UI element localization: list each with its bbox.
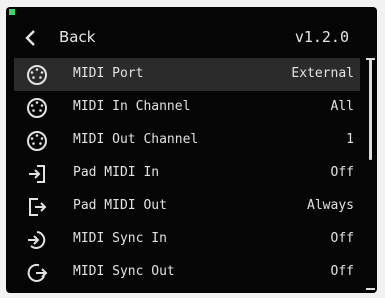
menu-item-value: External [291,66,354,81]
sync-in-icon [26,229,48,251]
menu-item-midi-sync-out[interactable]: MIDI Sync Out Off [14,256,360,289]
menu-item-value: All [330,99,354,114]
status-indicator [9,9,15,15]
version-label: v1.2.0 [294,28,349,46]
menu-item-midi-out-channel[interactable]: MIDI Out Channel 1 [14,124,360,157]
sync-out-icon [26,262,48,284]
menu-item-midi-sync-in[interactable]: MIDI Sync In Off [14,223,360,256]
menu-item-value: Off [330,264,354,279]
menu-item-label: MIDI Out Channel [73,132,199,147]
scrollbar-bottom-cap [366,288,375,290]
menu-item-value: Always [307,198,354,213]
menu-item-label: Pad MIDI Out [73,198,167,213]
menu-item-label: MIDI Sync In [73,231,167,246]
menu-item-midi-in-channel[interactable]: MIDI In Channel All [14,91,360,124]
header: Back v1.2.0 [6,21,377,53]
midi-din-icon [26,130,48,152]
menu-item-midi-port[interactable]: MIDI Port External [14,58,360,91]
scrollbar-thumb[interactable] [369,58,372,160]
chevron-left-icon[interactable] [22,29,40,47]
settings-list: MIDI Port External MIDI In Channel All M… [14,58,360,289]
menu-item-label: Pad MIDI In [73,165,160,180]
midi-din-icon [26,64,48,86]
menu-item-pad-midi-in[interactable]: Pad MIDI In Off [14,157,360,190]
menu-item-label: MIDI In Channel [73,99,191,114]
scrollbar[interactable] [366,58,376,290]
menu-item-value: 1 [346,132,354,147]
device-screen: Back v1.2.0 MIDI Port External MIDI In C… [6,7,377,293]
arrow-in-icon [26,163,48,185]
back-button[interactable]: Back [59,28,95,46]
midi-din-icon [26,97,48,119]
menu-item-value: Off [330,231,354,246]
menu-item-pad-midi-out[interactable]: Pad MIDI Out Always [14,190,360,223]
menu-item-value: Off [330,165,354,180]
menu-item-label: MIDI Port [73,66,144,81]
menu-item-label: MIDI Sync Out [73,264,175,279]
arrow-out-icon [26,196,48,218]
